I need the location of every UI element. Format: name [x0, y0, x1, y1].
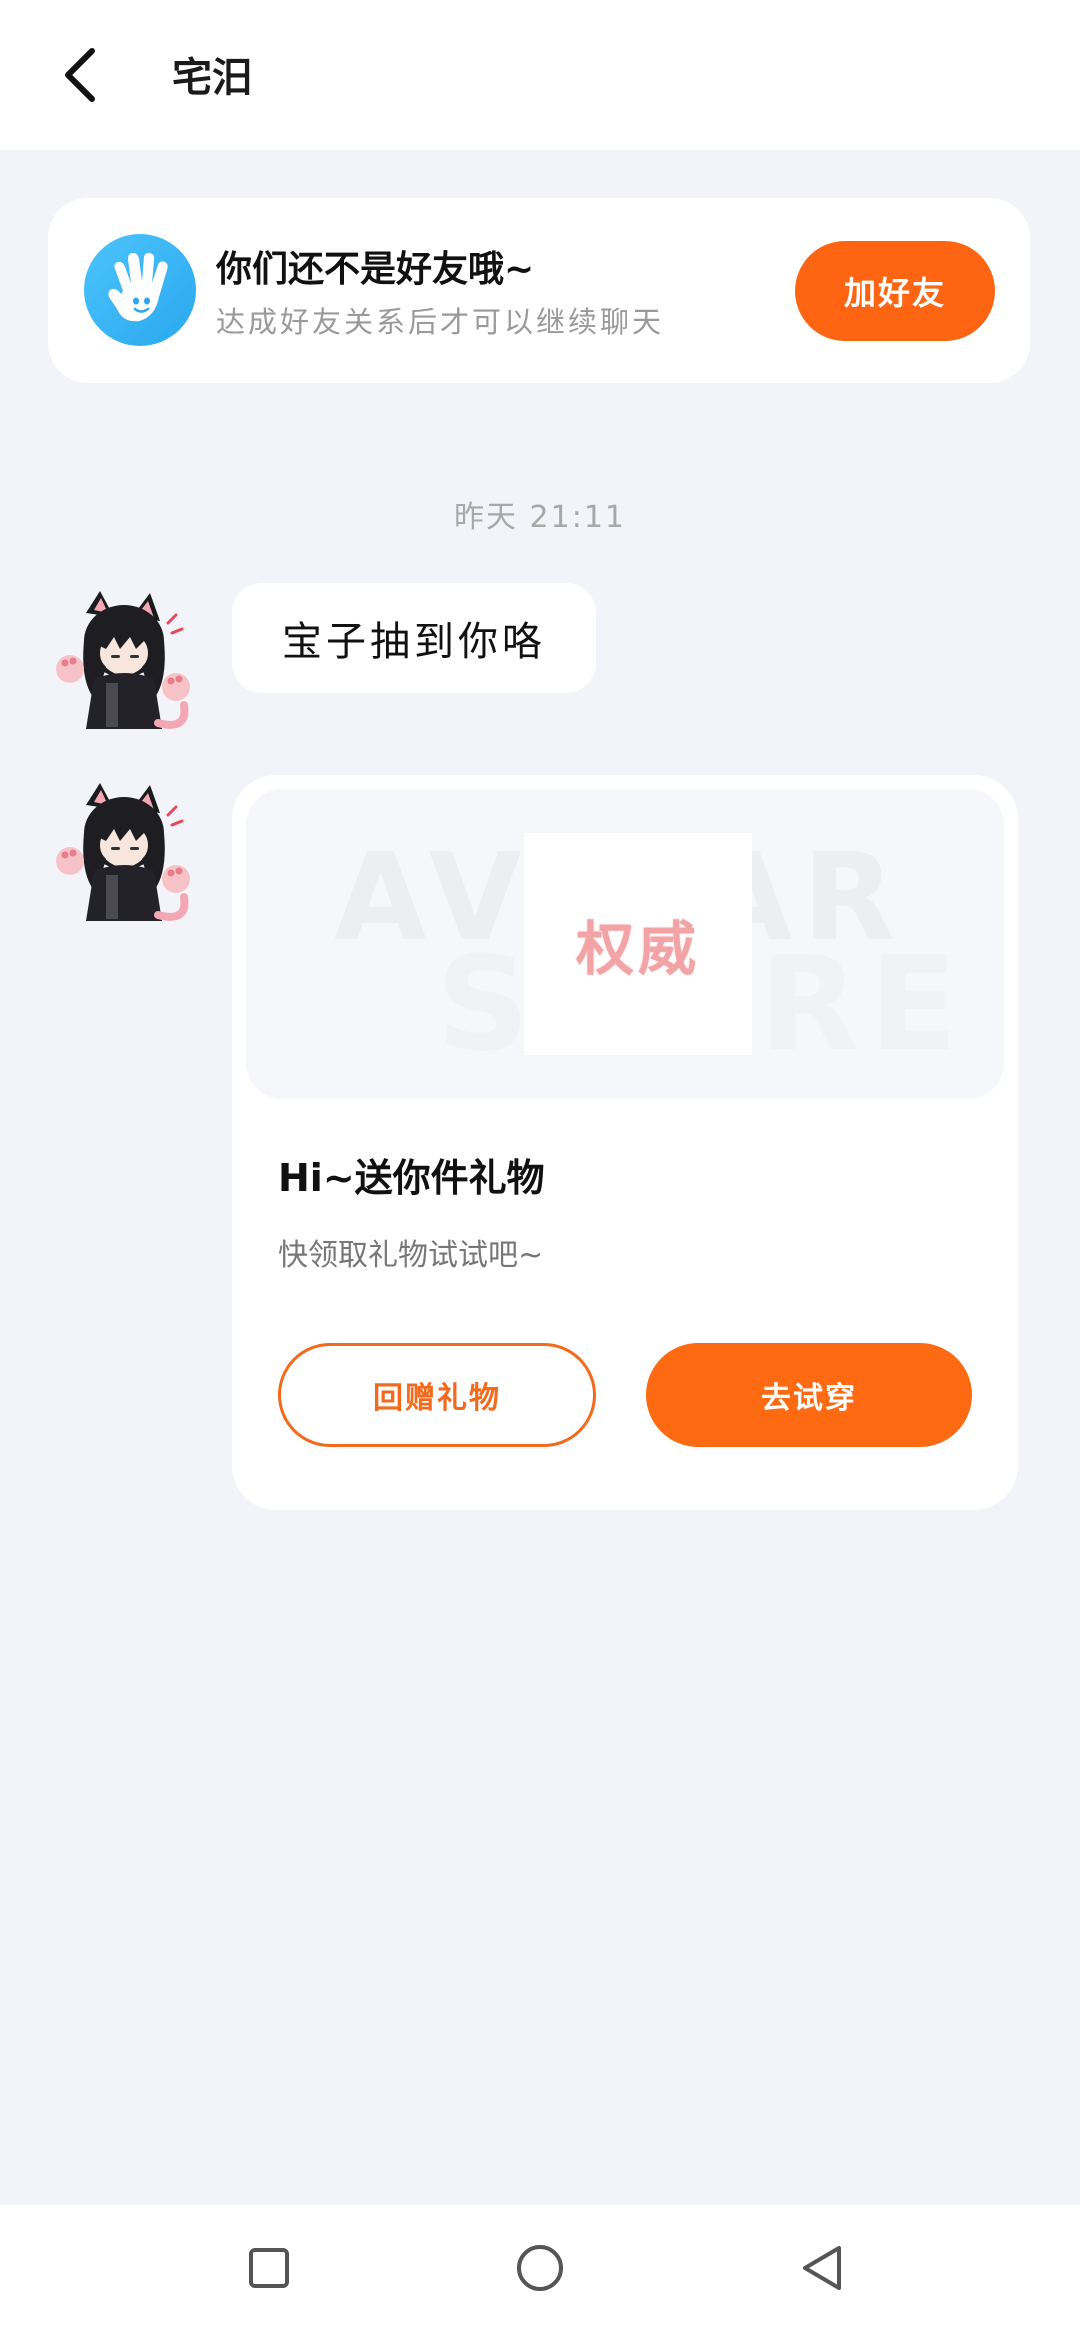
- gift-name-tag: 权威: [575, 915, 700, 983]
- gift-item-tile: 权威: [524, 833, 752, 1055]
- return-gift-button[interactable]: 回赠礼物: [278, 1343, 596, 1447]
- system-navigation-bar: [0, 2205, 1080, 2331]
- gift-card-title: Hi~送你件礼物: [278, 1156, 545, 1200]
- sender-avatar[interactable]: [48, 583, 198, 733]
- square-icon: [249, 2248, 289, 2288]
- gift-card-subtitle: 快领取礼物试试吧~: [278, 1238, 544, 1273]
- circle-icon: [517, 2245, 563, 2291]
- system-back-button[interactable]: [787, 2233, 857, 2303]
- banner-title: 你们还不是好友哦~: [216, 249, 535, 290]
- black-cat-girl-avatar: [56, 783, 190, 921]
- chevron-left-icon: [65, 48, 95, 102]
- gift-preview-image[interactable]: AVATAR STORE 权威: [246, 789, 1004, 1099]
- black-cat-girl-avatar: [56, 591, 190, 729]
- gift-message-card[interactable]: AVATAR STORE 权威 Hi~送你件礼物 快领取礼物试试吧~ 回赠礼物 …: [232, 775, 1018, 1510]
- recent-apps-button[interactable]: [234, 2233, 304, 2303]
- not-friends-banner: 你们还不是好友哦~ 达成好友关系后才可以继续聊天 加好友: [48, 198, 1030, 383]
- try-on-button[interactable]: 去试穿: [646, 1343, 972, 1447]
- text-message-bubble[interactable]: 宝子抽到你咯: [232, 583, 596, 693]
- add-friend-button[interactable]: 加好友: [795, 241, 995, 341]
- banner-subtitle: 达成好友关系后才可以继续聊天: [216, 305, 665, 339]
- triangle-back-icon: [803, 2246, 841, 2290]
- back-button[interactable]: [50, 40, 110, 110]
- home-button[interactable]: [505, 2233, 575, 2303]
- sender-avatar[interactable]: [48, 775, 198, 925]
- top-bar: 宅汨: [0, 0, 1080, 150]
- waving-hand-icon: [84, 234, 196, 346]
- message-timestamp: 昨天 21:11: [454, 500, 626, 535]
- chat-partner-name: 宅汨: [172, 55, 252, 101]
